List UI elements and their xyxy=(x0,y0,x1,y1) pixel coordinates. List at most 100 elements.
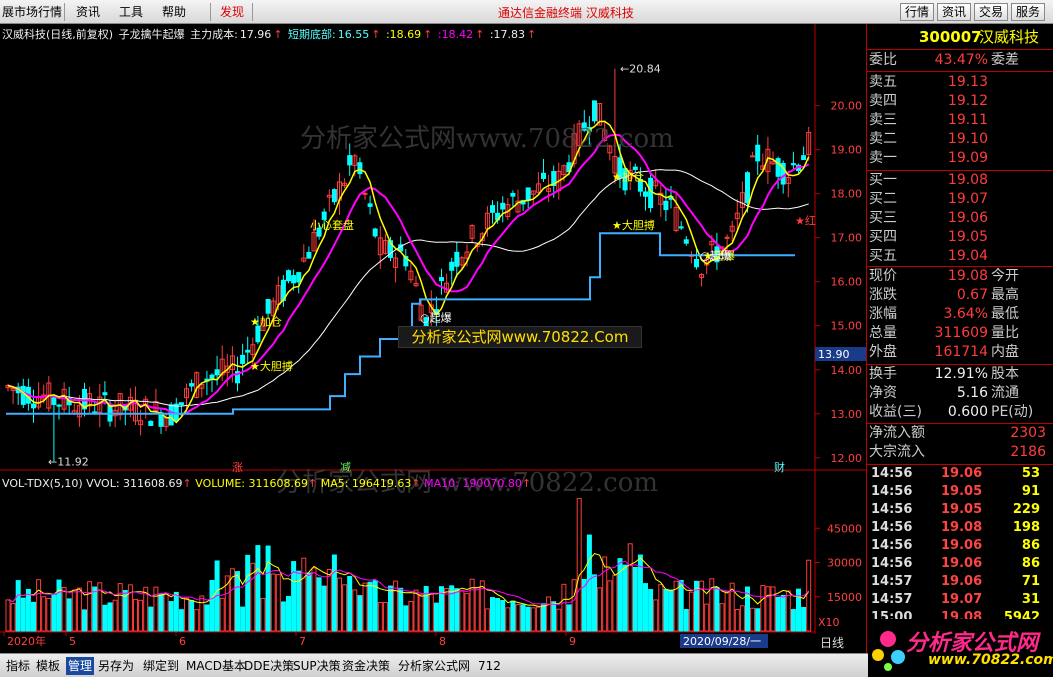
menu-tools[interactable]: 工具 xyxy=(119,4,143,20)
flow-value: 2303 xyxy=(1010,425,1046,441)
ask-label: 卖三 xyxy=(869,112,897,128)
volume-bar xyxy=(204,604,210,632)
volume-bar xyxy=(510,600,516,632)
trading-terminal: 展市场行情 资讯 工具 帮助 发现 通达信金融终端 汉威科技 行情 资讯 交易 … xyxy=(0,0,1053,677)
tab-dde[interactable]: DDE决策 xyxy=(244,657,294,675)
weibi-label: 委比 xyxy=(869,52,897,68)
watermark-top: 分析家公式网www.70822.com xyxy=(300,124,674,154)
candle-body xyxy=(755,144,761,162)
volume-bar xyxy=(316,577,322,632)
date-label: 8 xyxy=(439,635,446,648)
volume-bar xyxy=(388,585,393,632)
stock-title: 汉威科技(日线,前复权) xyxy=(2,28,114,41)
bottom-label: 短期底部: xyxy=(288,28,336,41)
price-marker-label: 13.90 xyxy=(818,348,850,361)
tab-template[interactable]: 模板 xyxy=(36,657,60,675)
volume-bar xyxy=(168,601,174,632)
candle-body xyxy=(214,369,220,376)
volume-bar xyxy=(286,595,291,632)
volume-bar xyxy=(321,585,327,632)
date-label: 2020年 xyxy=(7,634,46,648)
vol-legend-ma5: MA5: 196419.63 xyxy=(320,477,412,490)
menu-market[interactable]: 展市场行情 xyxy=(2,4,62,20)
ask-row: 卖二 19.10 xyxy=(867,130,1053,149)
news-button[interactable]: 资讯 xyxy=(937,3,972,21)
menu-help[interactable]: 帮助 xyxy=(162,4,186,20)
bid-row: 买一 19.08 xyxy=(867,171,1053,190)
volume-bar xyxy=(586,534,592,632)
candle-body xyxy=(541,172,546,179)
bid-row: 买五 19.04 xyxy=(867,247,1053,266)
bid-label: 买四 xyxy=(869,229,897,245)
ask-row: 卖四 19.12 xyxy=(867,92,1053,111)
vol-unit: X10 xyxy=(818,616,840,629)
service-button[interactable]: 服务 xyxy=(1011,3,1046,21)
candle-body xyxy=(357,162,363,175)
tick-price: 19.08 xyxy=(941,520,983,535)
volume-bar xyxy=(551,601,557,632)
tick-time: 14:56 xyxy=(871,466,913,481)
tab-manage[interactable]: 管理 xyxy=(66,657,95,675)
volume-bar xyxy=(755,608,761,632)
line5-value: :17.83 xyxy=(489,28,526,41)
volume-bar xyxy=(372,580,378,632)
weicha-label: 委差 xyxy=(991,52,1019,68)
tab-bind[interactable]: 绑定到 xyxy=(143,657,179,675)
trade-button[interactable]: 交易 xyxy=(974,3,1009,21)
volume-bar xyxy=(82,609,87,632)
volume-bar xyxy=(189,599,195,632)
tab-sup[interactable]: SUP决策 xyxy=(293,657,341,675)
up-arrow-icon: ↑ xyxy=(182,477,192,490)
stat2-label-2: 股本 xyxy=(991,366,1019,382)
candle-body xyxy=(178,402,184,406)
stat-value: 3.64% xyxy=(943,306,988,322)
volume-bar xyxy=(235,571,240,632)
tick-row: 14:56 19.05 91 xyxy=(867,483,1053,501)
tick-row: 14:57 19.06 71 xyxy=(867,573,1053,591)
flow-label: 大宗流入 xyxy=(869,444,925,460)
menu-news[interactable]: 资讯 xyxy=(76,4,100,20)
volume-bar xyxy=(801,606,807,632)
tick-volume: 31 xyxy=(1021,592,1040,607)
period-label[interactable]: 日线 xyxy=(820,634,866,652)
volume-bar xyxy=(306,572,312,632)
chart-annotation: ★加仓 xyxy=(612,169,644,183)
logo-url: www.70822.com xyxy=(928,652,1053,668)
stat-row: 外盘 161714 内盘 xyxy=(867,343,1053,362)
candle-body xyxy=(724,236,730,239)
tab-indicator[interactable]: 指标 xyxy=(6,657,30,675)
stat2-label-2: PE(动) xyxy=(991,404,1034,420)
volume-bar xyxy=(20,597,26,632)
volume-bar xyxy=(245,554,251,632)
tab-fxj[interactable]: 分析家公式网 xyxy=(398,657,470,675)
vol-tick-label: 15000 xyxy=(827,591,862,604)
stat2-value: 5.16 xyxy=(956,385,988,401)
tick-volume: 71 xyxy=(1021,574,1040,589)
ask-row: 卖一 19.09 xyxy=(867,149,1053,168)
candle-body xyxy=(265,298,271,314)
candle-body xyxy=(683,239,689,244)
stat-label: 涨幅 xyxy=(869,306,897,322)
tick-time: 14:57 xyxy=(871,574,913,589)
volume-bar xyxy=(331,554,337,632)
date-label: 6 xyxy=(179,635,186,648)
volume-bar xyxy=(566,604,572,632)
stat-label-2: 量比 xyxy=(991,325,1019,341)
volume-bar xyxy=(663,588,669,632)
quote-button[interactable]: 行情 xyxy=(900,3,935,21)
bid-price: 19.04 xyxy=(947,248,988,264)
menu-discover[interactable]: 发现 xyxy=(220,4,244,20)
tab-save-as[interactable]: 另存为 xyxy=(98,657,134,675)
tick-price: 19.05 xyxy=(941,484,983,499)
tab-712[interactable]: 712 xyxy=(478,657,501,675)
up-arrow-icon: ↑ xyxy=(307,477,318,490)
up-arrow-icon: ↑ xyxy=(273,28,283,41)
tick-price: 19.06 xyxy=(941,574,983,589)
candle-body xyxy=(168,404,174,426)
tab-fund[interactable]: 资金决策 xyxy=(342,657,390,675)
volume-bar xyxy=(423,586,429,632)
tab-macd[interactable]: MACD基本 xyxy=(186,657,246,675)
candle-body xyxy=(678,226,684,229)
volume-bar xyxy=(178,609,184,632)
stat-value: 0.67 xyxy=(956,287,988,303)
